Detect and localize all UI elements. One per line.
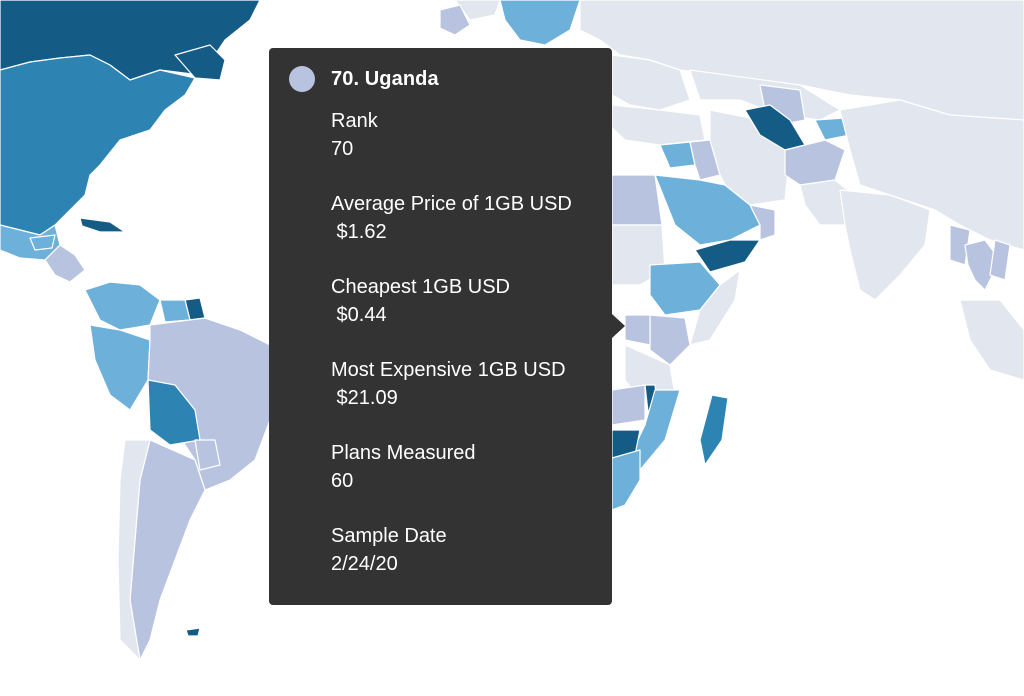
field-label: Rank — [331, 110, 378, 132]
country-caribbean[interactable] — [29, 234, 56, 251]
field-sample-date: Sample Date 2/24/20 — [331, 522, 592, 578]
field-value: 60 — [331, 470, 354, 492]
country-usa[interactable] — [0, 54, 196, 236]
country-paraguay[interactable] — [194, 439, 221, 471]
country-kenya[interactable] — [649, 314, 691, 366]
field-value: 2/24/20 — [331, 553, 398, 575]
field-label: Plans Measured — [331, 442, 476, 464]
country-peru[interactable] — [89, 324, 151, 411]
field-plans-measured: Plans Measured 60 — [331, 439, 592, 495]
field-label: Cheapest 1GB USD — [331, 276, 510, 298]
field-cheapest: Cheapest 1GB USD $0.44 — [331, 273, 592, 329]
country-se-asia[interactable] — [959, 299, 1024, 381]
tooltip-fields: Rank 70 Average Price of 1GB USD $1.62 C… — [331, 107, 592, 578]
country-india[interactable] — [839, 189, 931, 301]
field-value: $1.62 — [331, 221, 387, 243]
field-rank: Rank 70 — [331, 107, 592, 163]
country-egypt[interactable] — [611, 174, 663, 226]
country-vietnam[interactable] — [989, 239, 1011, 281]
country-suriname[interactable] — [159, 299, 191, 323]
field-label: Most Expensive 1GB USD — [331, 359, 566, 381]
country-uganda[interactable] — [624, 314, 651, 346]
country-colombia[interactable] — [84, 281, 161, 331]
country-falklands[interactable] — [185, 627, 201, 637]
field-average-price: Average Price of 1GB USD $1.62 — [331, 190, 592, 246]
tooltip-pointer — [612, 314, 625, 338]
country-scandinavia[interactable] — [499, 0, 581, 46]
country-turkey[interactable] — [611, 104, 706, 146]
country-syria[interactable] — [659, 141, 696, 169]
tooltip-title: 70. Uganda — [331, 68, 439, 90]
country-south-africa[interactable] — [611, 449, 641, 511]
field-label: Sample Date — [331, 525, 447, 547]
country-zambia[interactable] — [611, 384, 646, 426]
field-value: $0.44 — [331, 304, 387, 326]
country-madagascar[interactable] — [699, 394, 729, 466]
field-label: Average Price of 1GB USD — [331, 193, 572, 215]
field-most-expensive: Most Expensive 1GB USD $21.09 — [331, 356, 592, 412]
field-value: 70 — [331, 138, 354, 160]
country-cuba[interactable] — [79, 217, 126, 233]
tooltip-header: 70. Uganda — [289, 66, 592, 92]
legend-swatch-icon — [289, 66, 315, 92]
country-tooltip: 70. Uganda Rank 70 Average Price of 1GB … — [269, 48, 612, 605]
field-value: $21.09 — [331, 387, 398, 409]
